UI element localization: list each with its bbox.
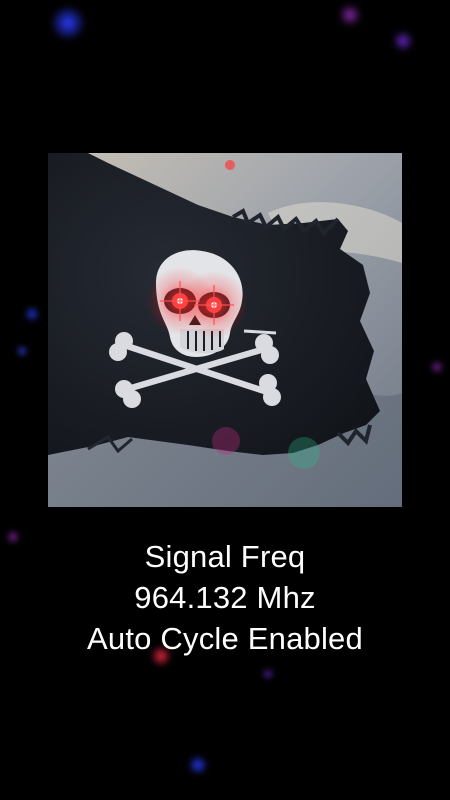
pirate-flag-image bbox=[48, 153, 402, 507]
auto-cycle-status: Auto Cycle Enabled bbox=[87, 621, 363, 656]
particle bbox=[262, 668, 274, 680]
jolly-roger-skull-crossbones-icon bbox=[48, 153, 402, 507]
particle bbox=[188, 755, 208, 775]
visualizer-screen: Signal Freq 964.132 Mhz Auto Cycle Enabl… bbox=[0, 0, 450, 800]
signal-info: Signal Freq 964.132 Mhz Auto Cycle Enabl… bbox=[0, 536, 450, 659]
particle bbox=[392, 30, 414, 52]
particle bbox=[24, 306, 40, 322]
particle bbox=[50, 5, 86, 41]
particle bbox=[16, 345, 28, 357]
signal-label: Signal Freq bbox=[144, 539, 306, 574]
signal-frequency: 964.132 Mhz bbox=[134, 580, 316, 615]
particle bbox=[338, 3, 362, 27]
particle bbox=[430, 360, 444, 374]
